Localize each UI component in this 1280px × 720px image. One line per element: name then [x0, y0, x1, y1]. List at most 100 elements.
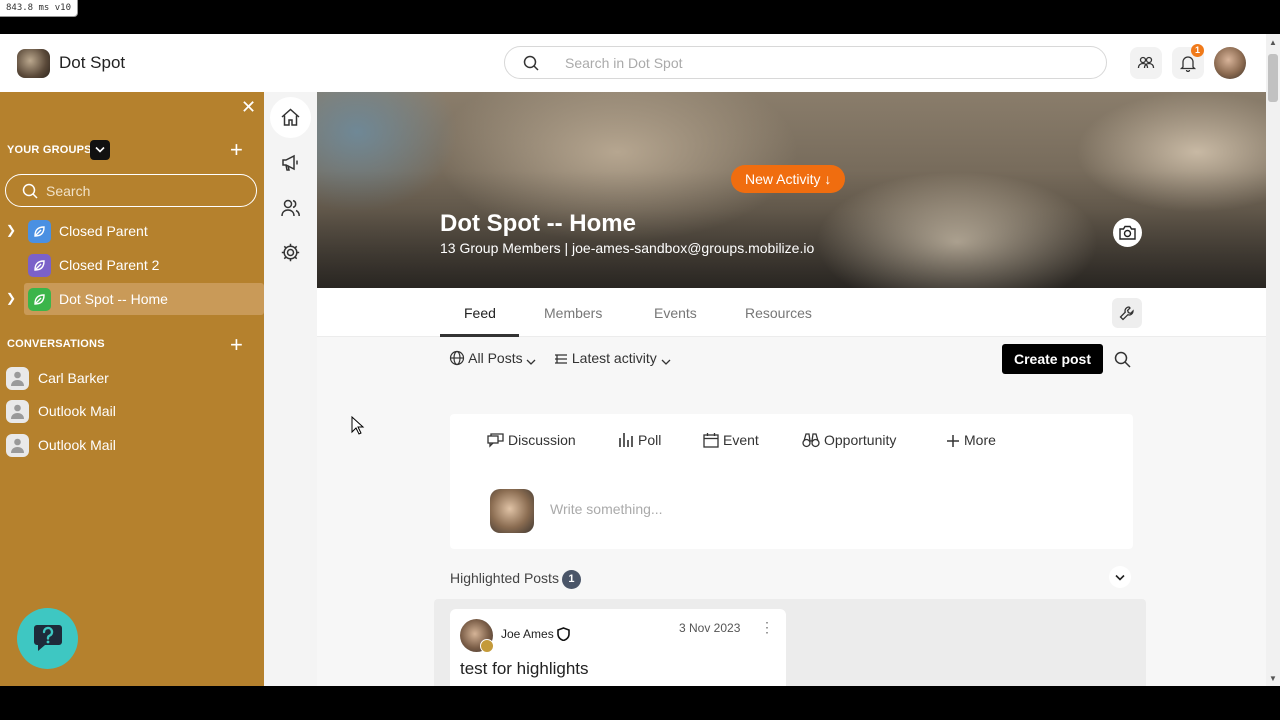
groups-button[interactable]: [1130, 47, 1162, 79]
tools-icon: [1119, 306, 1134, 321]
search-icon: [523, 55, 539, 71]
global-search-input[interactable]: [565, 53, 1085, 73]
person-icon: [6, 367, 29, 390]
bell-icon: [1179, 56, 1197, 72]
notification-badge: 1: [1191, 44, 1204, 57]
group-icon: [28, 288, 51, 311]
conversations-title: CONVERSATIONS: [7, 338, 105, 350]
top-bar: Dot Spot 1: [0, 34, 1266, 92]
tab-feed[interactable]: Feed: [464, 305, 496, 321]
rail-members-button[interactable]: [270, 187, 311, 228]
megaphone-icon: [282, 154, 298, 171]
conversation-item[interactable]: Outlook Mail: [0, 429, 264, 461]
new-activity-button[interactable]: New Activity ↓: [731, 165, 846, 193]
app-name[interactable]: Dot Spot: [59, 53, 125, 73]
conversation-item[interactable]: Outlook Mail: [0, 395, 264, 427]
conversation-item[interactable]: Carl Barker: [0, 362, 264, 394]
shield-icon: [556, 627, 570, 642]
chevron-right-icon[interactable]: ❯: [6, 223, 16, 237]
camera-icon: [1119, 225, 1136, 240]
scrollbar-thumb[interactable]: [1268, 54, 1278, 102]
post-author-name: Joe Ames: [501, 627, 554, 641]
person-icon: [6, 434, 29, 457]
change-cover-button[interactable]: [1113, 218, 1142, 247]
sidebar-group-dot-spot-home[interactable]: Dot Spot -- Home: [24, 283, 264, 315]
user-avatar[interactable]: [1214, 47, 1246, 79]
post-composer: Discussion Poll Event Opportunity More W…: [450, 414, 1133, 549]
chevron-down-icon: [95, 146, 105, 153]
author-avatar[interactable]: [460, 619, 494, 653]
search-icon: [22, 183, 38, 199]
rail-announcements-button[interactable]: [270, 142, 311, 183]
globe-icon: [449, 350, 465, 366]
help-button[interactable]: [17, 608, 78, 669]
group-tabs: Feed Members Events Resources: [317, 288, 1266, 337]
post-type-more[interactable]: More: [946, 432, 996, 448]
leaf-icon: [34, 260, 45, 271]
highlighted-post-card[interactable]: Joe Ames 3 Nov 2023 ⋮ test for highlight…: [450, 609, 786, 686]
highlighted-posts-label: Highlighted Posts: [450, 570, 559, 586]
group-banner: New Activity ↓ Dot Spot -- Home 13 Group…: [317, 92, 1266, 288]
conversation-label: Carl Barker: [38, 370, 109, 386]
groups-dropdown-button[interactable]: [90, 140, 110, 160]
tab-members[interactable]: Members: [544, 305, 602, 321]
more-vertical-icon[interactable]: ⋮: [760, 619, 774, 636]
add-group-button[interactable]: +: [230, 139, 243, 161]
discussion-icon: [487, 433, 504, 448]
highlighted-posts-title: Highlighted Posts 1: [450, 570, 581, 589]
mouse-pointer-icon: [351, 416, 365, 435]
scroll-down-arrow-icon[interactable]: ▼: [1269, 674, 1277, 683]
posts-filter-dropdown[interactable]: All Posts: [449, 350, 536, 366]
chevron-right-icon[interactable]: ❯: [6, 291, 16, 305]
page-scrollbar[interactable]: ▲ ▼: [1266, 34, 1280, 686]
rail-home-button[interactable]: [270, 97, 311, 138]
rail-settings-button[interactable]: [270, 232, 311, 273]
chevron-down-icon: [527, 359, 536, 365]
sort-label: Latest activity: [571, 350, 657, 366]
group-tools-button[interactable]: [1112, 298, 1142, 328]
tab-events[interactable]: Events: [654, 305, 697, 321]
screen: 843.8 ms v10 Dot Spot 1 ▲ ▼: [0, 0, 1280, 720]
sidebar-search[interactable]: [5, 174, 257, 207]
post-type-event[interactable]: Event: [703, 432, 759, 448]
search-icon[interactable]: [1114, 351, 1131, 368]
debug-timing-label: 843.8 ms v10: [0, 0, 79, 17]
scroll-up-arrow-icon[interactable]: ▲: [1269, 38, 1277, 47]
global-search-bar[interactable]: [504, 46, 1107, 79]
highlighted-collapse-button[interactable]: [1109, 566, 1131, 588]
tab-resources[interactable]: Resources: [745, 305, 812, 321]
feed-area: All Posts Latest activity Create post Di…: [317, 337, 1266, 686]
add-conversation-button[interactable]: +: [230, 334, 243, 356]
sidebar-group-closed-parent-2[interactable]: Closed Parent 2: [0, 249, 264, 281]
new-activity-label: New Activity: [745, 171, 821, 187]
sidebar-search-input[interactable]: [46, 182, 246, 200]
post-title[interactable]: test for highlights: [460, 659, 589, 679]
chevron-down-icon: [661, 359, 671, 365]
composer-input[interactable]: Write something...: [550, 501, 663, 517]
post-author[interactable]: Joe Ames: [501, 627, 570, 642]
icon-rail: [264, 92, 317, 686]
people-group-icon: [1137, 56, 1155, 69]
highlighted-posts-area: Joe Ames 3 Nov 2023 ⋮ test for highlight…: [434, 599, 1146, 686]
sidebar-group-label: Closed Parent: [59, 223, 148, 239]
composer-avatar: [490, 489, 534, 533]
people-icon: [281, 199, 300, 217]
sort-lines-icon: [555, 354, 567, 364]
post-type-discussion[interactable]: Discussion: [487, 432, 576, 448]
sort-dropdown[interactable]: Latest activity: [554, 350, 671, 366]
highlighted-count-badge: 1: [561, 570, 581, 589]
post-type-opportunity[interactable]: Opportunity: [802, 432, 896, 448]
notifications-button[interactable]: 1: [1172, 44, 1204, 79]
post-date: 3 Nov 2023: [679, 621, 741, 635]
create-post-button[interactable]: Create post: [1002, 344, 1103, 374]
group-logo[interactable]: [17, 49, 50, 78]
gear-icon: [281, 243, 300, 262]
post-type-poll[interactable]: Poll: [618, 432, 661, 448]
binoculars-icon: [802, 433, 820, 448]
sidebar-group-closed-parent[interactable]: ❯ Closed Parent: [0, 215, 264, 247]
conversation-label: Outlook Mail: [38, 403, 116, 419]
close-icon[interactable]: ✕: [241, 97, 256, 118]
posts-filter-label: All Posts: [468, 350, 523, 366]
conversation-label: Outlook Mail: [38, 437, 116, 453]
leaf-icon: [34, 226, 45, 237]
